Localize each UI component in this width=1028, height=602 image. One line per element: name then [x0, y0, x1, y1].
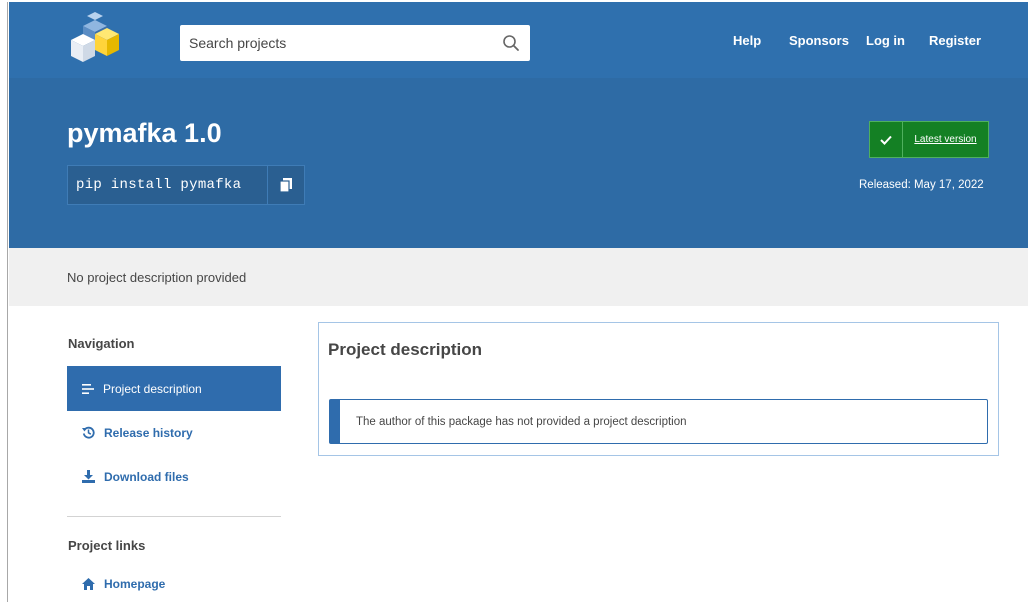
search-input[interactable]: [180, 25, 490, 61]
package-summary-bar: No project description provided: [9, 248, 1028, 306]
release-date: Released: May 17, 2022: [859, 179, 984, 191]
package-header: pymafka 1.0 pip install pymafka Latest v…: [9, 78, 1028, 248]
sidebar-item-label: Project description: [103, 381, 202, 396]
sidebar-item-release-history[interactable]: Release history: [67, 410, 281, 455]
latest-version-badge[interactable]: Latest version: [869, 121, 989, 158]
python-logo-icon[interactable]: [65, 12, 125, 66]
project-links-heading: Project links: [68, 538, 146, 553]
sidebar-item-project-description[interactable]: Project description: [67, 366, 281, 411]
pip-command: pip install pymafka: [76, 177, 242, 193]
sidebar-link-homepage[interactable]: Homepage: [67, 561, 281, 602]
list-icon: [82, 383, 94, 394]
package-title: pymafka 1.0: [67, 118, 222, 148]
history-icon: [82, 426, 95, 439]
top-nav-bar: Help Sponsors Log in Register: [9, 2, 1028, 78]
navigation-heading: Navigation: [68, 336, 135, 351]
project-description-panel: Project description The author of this p…: [318, 322, 999, 456]
section-title: Project description: [328, 340, 482, 359]
sidebar-item-label: Homepage: [104, 576, 166, 591]
check-icon: [870, 122, 903, 157]
nav-sponsors-link[interactable]: Sponsors: [789, 33, 849, 48]
package-summary: No project description provided: [67, 270, 247, 285]
nav-help-link[interactable]: Help: [733, 33, 761, 48]
nav-login-link[interactable]: Log in: [866, 33, 905, 48]
window-edge: [0, 0, 8, 602]
copy-button[interactable]: [267, 166, 304, 204]
sidebar-item-label: Release history: [104, 425, 193, 440]
nav-register-link[interactable]: Register: [929, 33, 981, 48]
sidebar-item-download-files[interactable]: Download files: [67, 454, 281, 499]
sidebar-item-label: Download files: [104, 469, 189, 484]
sidebar-divider: [67, 516, 281, 517]
download-icon: [82, 470, 95, 483]
no-description-callout: The author of this package has not provi…: [329, 399, 988, 444]
window-top-edge: [0, 0, 1028, 2]
home-icon: [82, 577, 95, 590]
search-icon[interactable]: [502, 34, 520, 52]
latest-version-link[interactable]: Latest version: [903, 122, 988, 157]
pip-install-box: pip install pymafka: [67, 165, 305, 205]
search-box[interactable]: [180, 25, 530, 61]
copy-icon: [280, 178, 292, 192]
